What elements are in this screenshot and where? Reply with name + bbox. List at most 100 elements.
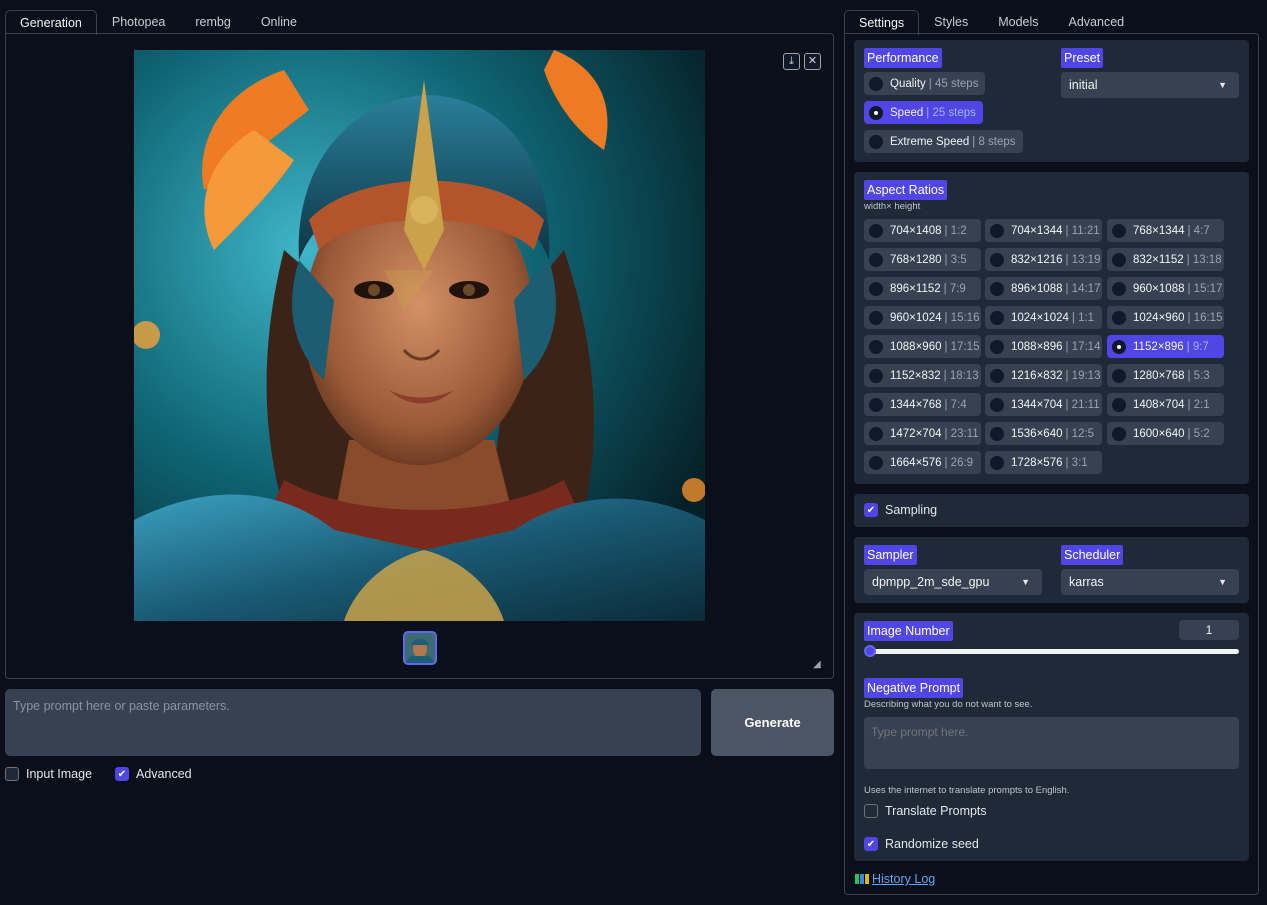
aspect-size: 1152×896 [1133, 340, 1184, 353]
aspect-ratio-option[interactable]: 704×1344 | 11:21 [985, 219, 1102, 242]
aspect-size: 1024×960 [1133, 311, 1185, 324]
aspect-ratio-option[interactable]: 768×1344 | 4:7 [1107, 219, 1224, 242]
advanced-option[interactable]: ✔ Advanced [115, 767, 192, 781]
sampler-value: dpmpp_2m_sde_gpu [872, 575, 990, 589]
image-number-slider-thumb[interactable] [864, 645, 876, 657]
sampling-checkbox[interactable]: ✔ [864, 503, 878, 517]
aspect-ratio-option[interactable]: 704×1408 | 1:2 [864, 219, 981, 242]
tab-photopea[interactable]: Photopea [97, 9, 181, 34]
chevron-down-icon: ▼ [1218, 80, 1227, 90]
aspect-size: 704×1408 [890, 224, 942, 237]
aspect-size: 832×1216 [1011, 253, 1063, 266]
option-label: Quality [890, 77, 926, 90]
aspect-size: 1216×832 [1011, 369, 1063, 382]
aspect-ratio-option[interactable]: 1408×704 | 2:1 [1107, 393, 1224, 416]
history-log-link[interactable]: History Log [855, 872, 935, 886]
radio-dot [1112, 368, 1126, 383]
radio-dot [869, 252, 883, 267]
tab-generation[interactable]: Generation [5, 10, 97, 35]
aspect-ratio-option[interactable]: 1152×832 | 18:13 [864, 364, 981, 387]
generate-button[interactable]: Generate [711, 689, 834, 756]
translate-option[interactable]: Translate Prompts [864, 804, 987, 818]
tab-online[interactable]: Online [246, 9, 312, 34]
aspect-ratio-value: | 9:7 [1186, 340, 1209, 353]
aspect-ratio-option[interactable]: 1664×576 | 26:9 [864, 451, 981, 474]
aspect-ratio-option[interactable]: 1472×704 | 23:11 [864, 422, 981, 445]
aspect-ratio-option[interactable]: 1344×704 | 21:11 [985, 393, 1102, 416]
resize-handle-icon[interactable]: ◢ [813, 659, 823, 670]
download-icon[interactable]: ⤓ [783, 53, 800, 70]
preset-label: Preset [1061, 48, 1104, 68]
image-number-label: Image Number [864, 621, 953, 641]
sampling-option[interactable]: ✔ Sampling [864, 503, 937, 517]
aspect-ratio-option[interactable]: 896×1088 | 14:17 [985, 277, 1102, 300]
radio-dot [990, 281, 1004, 296]
advanced-checkbox[interactable]: ✔ [115, 767, 129, 781]
aspect-ratio-option[interactable]: 1536×640 | 12:5 [985, 422, 1102, 445]
negative-prompt-input[interactable] [864, 717, 1239, 769]
aspect-ratio-value: | 13:18 [1186, 253, 1222, 266]
aspect-ratio-value: | 7:9 [943, 282, 966, 295]
aspect-ratio-option[interactable]: 1728×576 | 3:1 [985, 451, 1102, 474]
aspect-ratio-value: | 1:1 [1071, 311, 1095, 324]
aspect-ratio-option[interactable]: 1344×768 | 7:4 [864, 393, 981, 416]
generated-image[interactable] [134, 50, 705, 621]
aspect-ratio-option[interactable]: 960×1024 | 15:16 [864, 306, 981, 329]
aspect-ratio-option[interactable]: 1280×768 | 5:3 [1107, 364, 1224, 387]
image-thumbnail[interactable] [403, 631, 437, 665]
radio-dot [869, 310, 883, 325]
performance-quality-option[interactable]: Quality | 45 steps [864, 72, 986, 95]
aspect-ratio-option[interactable]: 960×1088 | 15:17 [1107, 277, 1224, 300]
aspect-size: 832×1152 [1133, 253, 1184, 266]
aspect-ratios-label: Aspect Ratios [864, 180, 948, 200]
aspect-ratio-option[interactable]: 1088×896 | 17:14 [985, 335, 1102, 358]
aspect-ratio-value: | 5:2 [1187, 427, 1210, 440]
radio-dot [869, 368, 883, 383]
aspect-ratio-option[interactable]: 896×1152 | 7:9 [864, 277, 981, 300]
randomize-seed-option[interactable]: ✔ Randomize seed [864, 837, 979, 851]
performance-speed-option[interactable]: Speed | 25 steps [864, 101, 983, 124]
aspect-ratio-value: | 12:5 [1065, 427, 1095, 440]
translate-checkbox[interactable] [864, 804, 878, 818]
image-number-input[interactable]: 1 [1179, 620, 1239, 640]
preset-dropdown[interactable]: initial ▼ [1061, 72, 1239, 98]
radio-dot [1112, 339, 1126, 354]
radio-dot [869, 426, 883, 441]
aspect-ratio-option[interactable]: 832×1216 | 13:19 [985, 248, 1102, 271]
tab-models[interactable]: Models [983, 9, 1053, 34]
aspect-ratio-option[interactable]: 1216×832 | 19:13 [985, 364, 1102, 387]
radio-dot [1112, 223, 1126, 238]
aspect-size: 896×1088 [1011, 282, 1063, 295]
aspect-ratio-option[interactable]: 1088×960 | 17:15 [864, 335, 981, 358]
close-icon[interactable]: ✕ [804, 53, 821, 70]
prompt-input[interactable] [5, 689, 701, 756]
aspect-size: 1088×896 [1011, 340, 1063, 353]
tab-styles[interactable]: Styles [919, 9, 983, 34]
tab-rembg[interactable]: rembg [180, 9, 245, 34]
sampler-dropdown[interactable]: dpmpp_2m_sde_gpu ▼ [864, 569, 1042, 595]
left-tab-bar: Generation Photopea rembg Online [5, 7, 312, 35]
aspect-ratio-option[interactable]: 832×1152 | 13:18 [1107, 248, 1224, 271]
randomize-seed-checkbox[interactable]: ✔ [864, 837, 878, 851]
aspect-ratio-value: | 15:16 [944, 311, 980, 324]
aspect-ratio-option[interactable]: 1024×1024 | 1:1 [985, 306, 1102, 329]
performance-extreme-speed-option[interactable]: Extreme Speed | 8 steps [864, 130, 1023, 153]
aspect-ratio-option[interactable]: 1600×640 | 5:2 [1107, 422, 1224, 445]
radio-dot [990, 252, 1004, 267]
aspect-ratio-option[interactable]: 768×1280 | 3:5 [864, 248, 981, 271]
input-image-option[interactable]: Input Image [5, 767, 92, 781]
tab-advanced[interactable]: Advanced [1054, 9, 1140, 34]
aspect-ratio-option[interactable]: 1152×896 | 9:7 [1107, 335, 1224, 358]
aspect-size: 1536×640 [1011, 427, 1063, 440]
radio-dot [1112, 252, 1126, 267]
aspect-size: 960×1088 [1133, 282, 1185, 295]
tab-settings[interactable]: Settings [844, 10, 920, 35]
scheduler-dropdown[interactable]: karras ▼ [1061, 569, 1239, 595]
radio-dot [869, 134, 883, 149]
input-image-checkbox[interactable] [5, 767, 19, 781]
aspect-size: 1024×1024 [1011, 311, 1069, 324]
aspect-ratio-option[interactable]: 1024×960 | 16:15 [1107, 306, 1224, 329]
option-steps: | 8 steps [972, 135, 1016, 148]
radio-dot [990, 310, 1004, 325]
image-number-slider-track[interactable] [866, 649, 1239, 654]
